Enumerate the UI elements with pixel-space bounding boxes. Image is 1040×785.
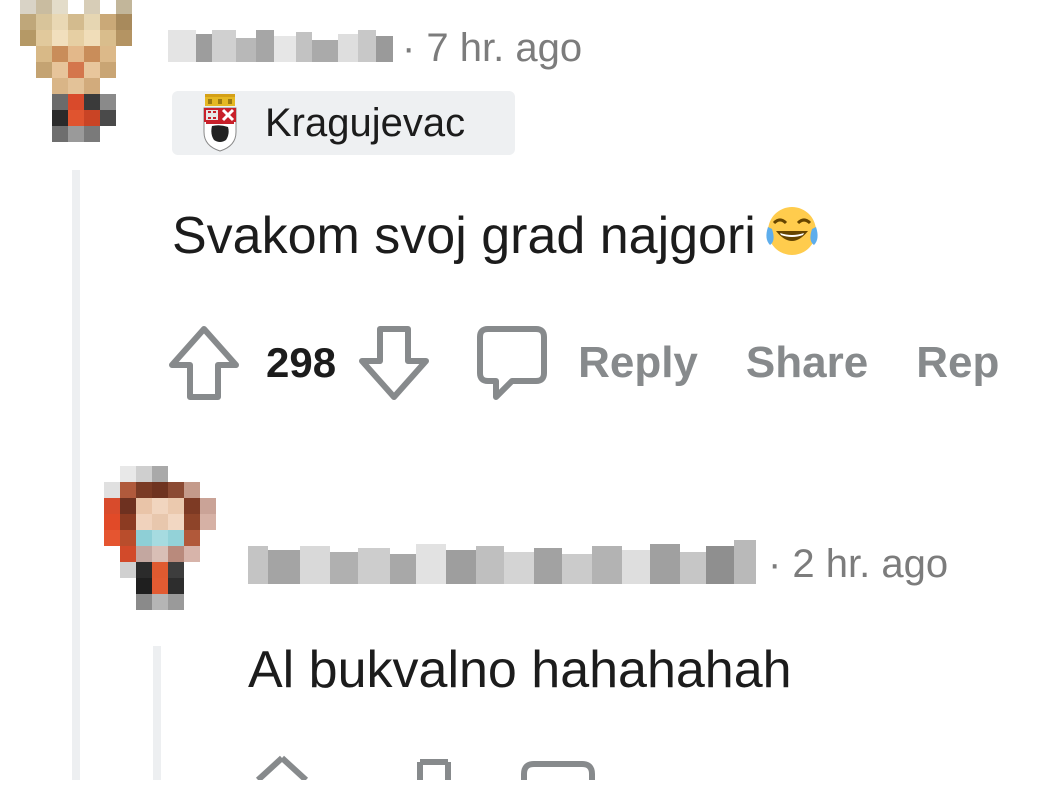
thread-collapse-line[interactable]	[72, 170, 80, 780]
laughing-tears-emoji-icon	[764, 205, 820, 266]
downvote-button[interactable]	[356, 323, 432, 403]
reply-user-avatar[interactable]	[104, 466, 234, 616]
comment-timestamp[interactable]: · 7 hr. ago	[402, 28, 582, 68]
vote-count: 298	[266, 339, 337, 386]
share-button[interactable]: Share	[746, 338, 868, 388]
flair-label: Kragujevac	[265, 101, 466, 145]
user-avatar[interactable]	[20, 0, 138, 145]
downvote-arrow-icon	[417, 759, 451, 780]
reply-thread-collapse-line[interactable]	[153, 646, 161, 780]
upvote-arrow-icon	[169, 326, 239, 400]
speech-bubble-icon	[521, 761, 595, 780]
comment-text: Svakom svoj grad najgori	[172, 207, 756, 265]
reply-button[interactable]: Reply	[578, 338, 698, 388]
reply-body: Al bukvalno hahahahah	[248, 641, 792, 699]
reply-timestamp[interactable]: · 2 hr. ago	[768, 544, 948, 584]
reply-username-redacted[interactable]	[248, 540, 756, 588]
upvote-button[interactable]	[166, 323, 242, 403]
coat-of-arms-icon	[202, 94, 238, 152]
username-redacted[interactable]	[168, 30, 393, 62]
comment-action-bar: 298 Reply Share Rep	[166, 318, 999, 408]
upvote-arrow-icon	[279, 755, 309, 783]
reply-action-bar-partial	[248, 748, 608, 785]
comment-reply-icon-button[interactable]	[474, 323, 550, 403]
user-flair: Kragujevac	[172, 91, 515, 155]
downvote-arrow-icon	[359, 326, 430, 400]
speech-bubble-icon	[477, 326, 548, 400]
comment-body: Svakom svoj grad najgori	[172, 205, 820, 266]
report-button[interactable]: Rep	[916, 338, 999, 388]
